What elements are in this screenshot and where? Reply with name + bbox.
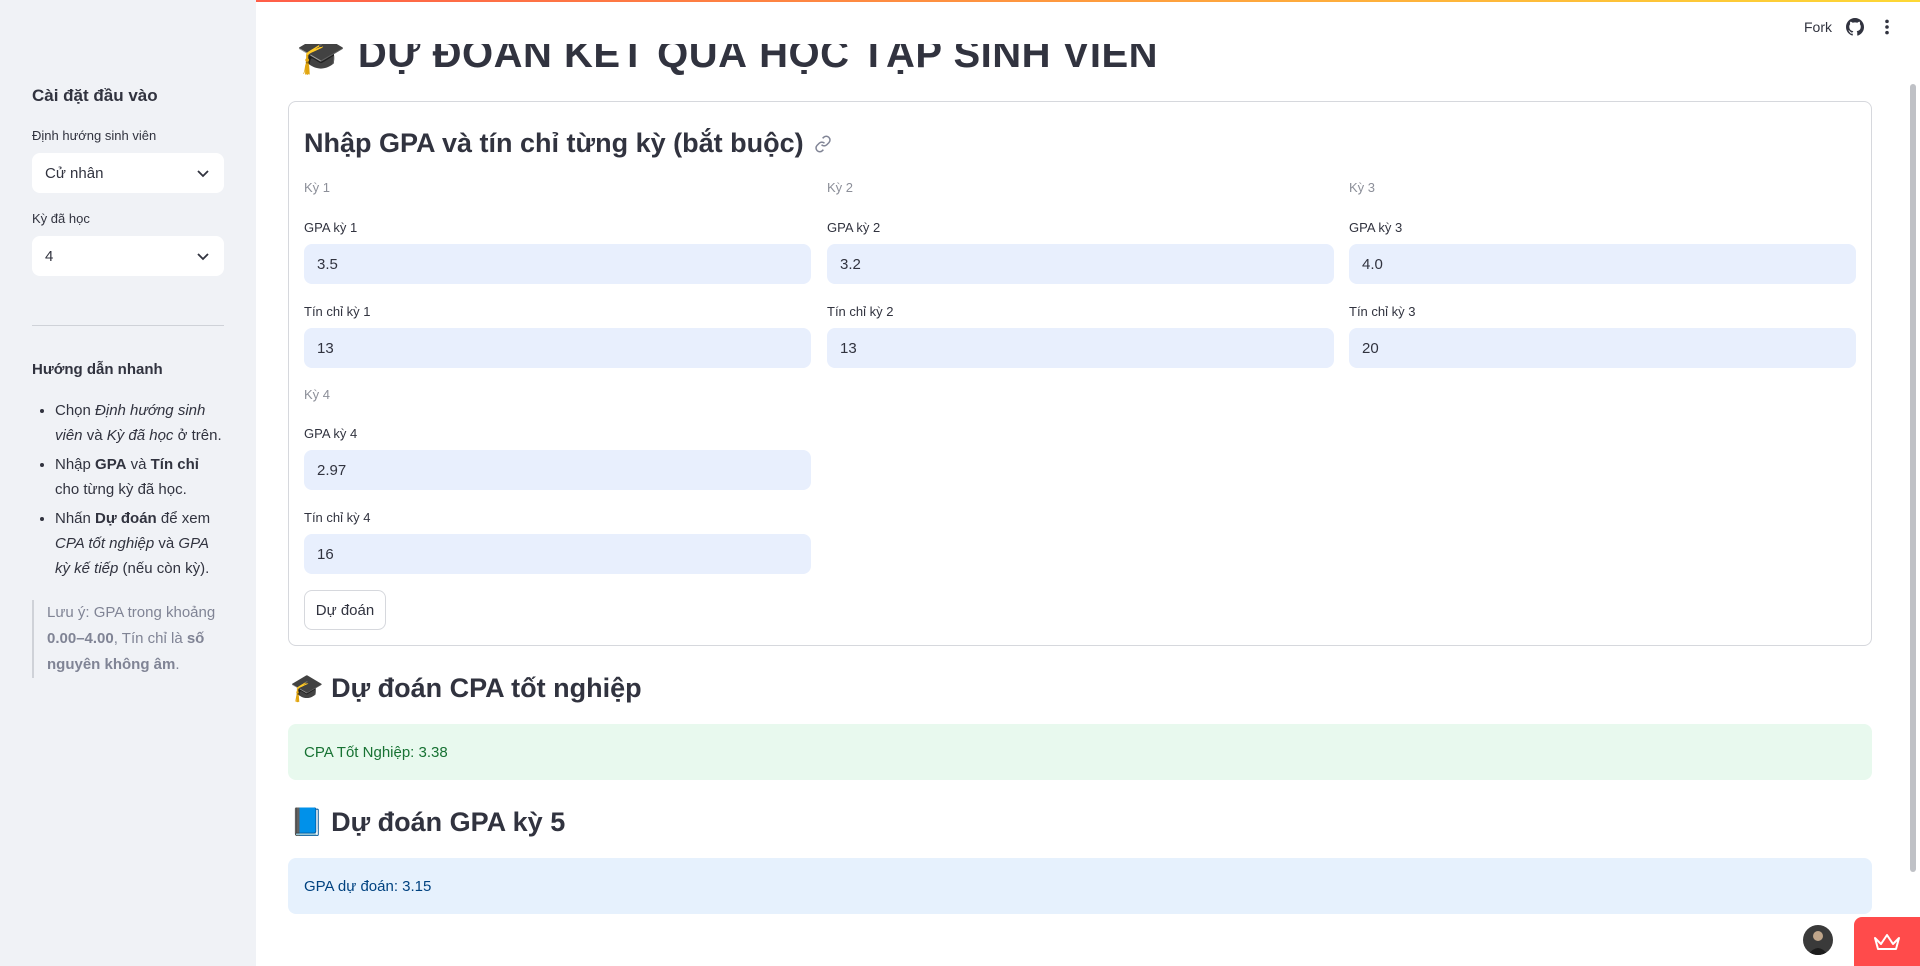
orientation-label: Định hướng sinh viên [32, 128, 157, 143]
link-icon[interactable] [814, 135, 832, 153]
credit-label: Tín chỉ kỳ 3 [1349, 304, 1416, 319]
gpa-input-4[interactable]: 2.97 [304, 450, 811, 490]
semester-heading: Kỳ 1 [304, 180, 331, 195]
more-vertical-icon[interactable] [1878, 18, 1896, 36]
gpa-result-alert: GPA dự đoán: 3.15 [288, 858, 1872, 914]
sidebar-title: Cài đặt đầu vào [32, 86, 158, 105]
credit-label: Tín chỉ kỳ 2 [827, 304, 894, 319]
input-note: Lưu ý: GPA trong khoảng 0.00–4.00, Tín c… [32, 600, 224, 678]
guide-item: Chọn Định hướng sinh viên và Kỳ đã học ở… [55, 398, 224, 448]
semesters-value: 4 [45, 247, 54, 265]
gpa-label: GPA kỳ 1 [304, 220, 358, 235]
fork-link[interactable]: Fork [1804, 19, 1832, 35]
orientation-select[interactable]: Cử nhân [32, 153, 224, 193]
credit-label: Tín chỉ kỳ 1 [304, 304, 371, 319]
cpa-result-alert: CPA Tốt Nghiệp: 3.38 [288, 724, 1872, 780]
orientation-value: Cử nhân [45, 164, 104, 182]
guide-list: Chọn Định hướng sinh viên và Kỳ đã học ở… [32, 398, 224, 585]
credit-input-4[interactable]: 16 [304, 534, 811, 574]
cpa-heading: 🎓 Dự đoán CPA tốt nghiệp [290, 673, 642, 703]
github-icon[interactable] [1846, 18, 1864, 36]
predict-button[interactable]: Dự đoán [304, 590, 386, 630]
crown-icon [1874, 933, 1900, 950]
credit-input-3[interactable]: 20 [1349, 328, 1856, 368]
form-title: Nhập GPA và tín chỉ từng kỳ (bắt buộc) [304, 128, 832, 159]
credit-input-2[interactable]: 13 [827, 328, 1334, 368]
page-title: 🎓 DỰ ĐOÁN KẾT QUẢ HỌC TẬP SINH VIÊN [296, 32, 1159, 76]
gpa-label: GPA kỳ 4 [304, 426, 358, 441]
gpa-label: GPA kỳ 2 [827, 220, 881, 235]
semester-heading: Kỳ 2 [827, 180, 854, 195]
chevron-down-icon [197, 170, 209, 178]
sidebar-divider [32, 325, 224, 326]
guide-item: Nhập GPA và Tín chỉ cho từng kỳ đã học. [55, 452, 224, 502]
semesters-label: Kỳ đã học [32, 211, 90, 226]
gpa-input-1[interactable]: 3.5 [304, 244, 811, 284]
avatar[interactable] [1803, 925, 1833, 955]
guide-title: Hướng dẫn nhanh [32, 361, 163, 378]
gpa-input-2[interactable]: 3.2 [827, 244, 1334, 284]
app-header-actions: Fork [1804, 18, 1896, 36]
semester-heading: Kỳ 3 [1349, 180, 1376, 195]
streamlit-badge[interactable] [1854, 917, 1920, 966]
scrollbar[interactable] [1910, 84, 1916, 872]
semester-heading: Kỳ 4 [304, 387, 331, 402]
sidebar: Cài đặt đầu vào Định hướng sinh viên Cử … [0, 0, 256, 966]
top-decoration-bar [0, 0, 1920, 2]
semesters-select[interactable]: 4 [32, 236, 224, 276]
guide-item: Nhấn Dự đoán để xem CPA tốt nghiệp và GP… [55, 506, 224, 581]
credit-input-1[interactable]: 13 [304, 328, 811, 368]
gpa-heading: 📘 Dự đoán GPA kỳ 5 [290, 807, 566, 837]
gpa-label: GPA kỳ 3 [1349, 220, 1403, 235]
credit-label: Tín chỉ kỳ 4 [304, 510, 371, 525]
chevron-down-icon [197, 253, 209, 261]
gpa-input-3[interactable]: 4.0 [1349, 244, 1856, 284]
